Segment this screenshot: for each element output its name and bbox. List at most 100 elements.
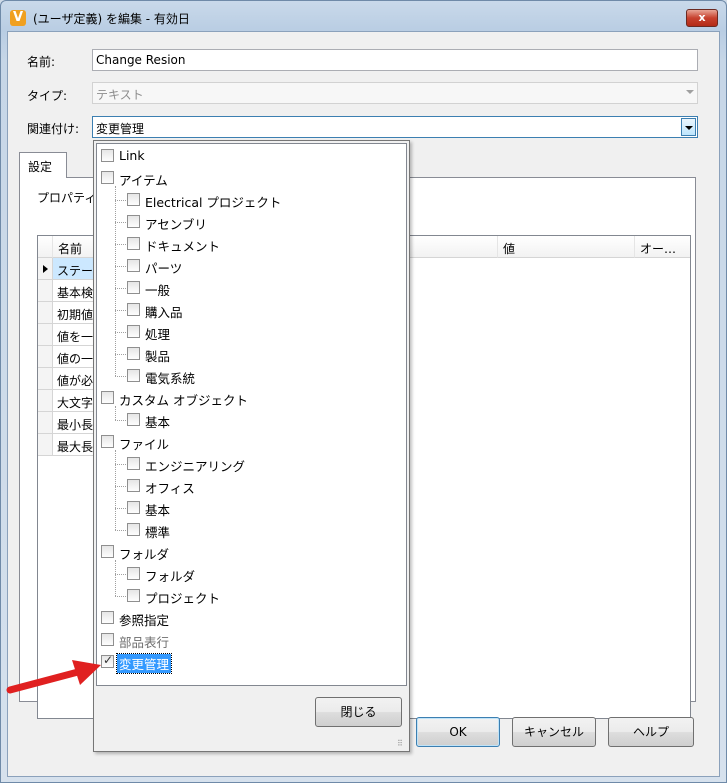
tree-item-checkbox[interactable] [127,237,140,250]
tree-guide-line [115,244,126,245]
tree-guide-line [115,200,126,201]
app-logo-icon: V [10,10,26,26]
table-row[interactable]: 値が必 [53,368,98,390]
tree-guide-line [115,406,116,420]
tree-item-checkbox[interactable] [101,171,114,184]
tree-item-checkbox[interactable] [101,611,114,624]
column-header-value[interactable]: 値 [498,236,635,258]
cancel-button[interactable]: キャンセル [512,717,596,747]
tree-item-checkbox[interactable] [101,435,114,448]
table-row[interactable]: 最小長 [53,412,98,434]
tree-item-label: 電気系統 [145,371,196,386]
tree-item-checkbox[interactable] [127,347,140,360]
tree-item-checkbox[interactable] [127,413,140,426]
tree-guide-line [115,486,126,487]
tab-settings[interactable]: 設定 [19,152,67,178]
tree-item-label: 製品 [145,349,171,364]
arrow-head [72,660,101,685]
tree-guide-line [115,464,126,465]
chevron-down-icon [686,90,694,94]
chevron-down-icon [685,126,693,130]
association-dropdown-popup: Link アイテム Electrical プロジェクト アセンブリ ドキュメント パーツ一… [93,140,410,752]
row-header[interactable] [38,412,53,434]
tree-item-checkbox[interactable] [127,325,140,338]
tree-item-checkbox[interactable] [127,523,140,536]
tree-item-checkbox[interactable] [101,633,114,646]
table-row[interactable]: 値の一 [53,346,98,368]
row-header[interactable] [38,390,53,412]
tree-item-label: オフィス [145,481,195,496]
tree-guide-line [115,266,126,267]
tree-item-checkbox[interactable] [127,457,140,470]
tree-item-checkbox[interactable] [127,589,140,602]
tree-item-label: ファイル [119,437,170,452]
tree-item-label: 参照指定 [119,613,170,628]
tree-item-label: エンジニアリング [145,459,246,474]
type-label: タイプ: [27,89,68,103]
tree-item-checkbox[interactable] [127,281,140,294]
tree-item-checkbox[interactable] [127,501,140,514]
tree-item-checkbox[interactable] [127,259,140,272]
tree-item-label: 変更管理 [115,653,173,674]
name-input[interactable]: Change Resion [92,49,698,71]
row-header[interactable] [38,434,53,456]
tree-guide-line [115,508,126,509]
tree-item-label: ドキュメント [145,239,221,254]
tree-guide-line [115,222,126,223]
tree-item-checkbox[interactable] [127,303,140,316]
annotation-arrow [6,660,101,694]
ok-button[interactable]: OK [416,717,500,747]
table-row[interactable]: 初期値 [53,302,98,324]
tree-guide-line [115,530,126,531]
row-pointer-icon [43,265,48,273]
association-dropdown-button[interactable] [681,118,696,136]
tree-item-checkbox[interactable] [127,215,140,228]
tree-item-label: アセンブリ [145,217,207,232]
help-button[interactable]: ヘルプ [608,717,694,747]
table-row[interactable]: 値を一 [53,324,98,346]
association-dropdown-value: 変更管理 [96,122,145,136]
association-label: 関連付け: [27,122,80,136]
tree-item-checkbox[interactable] [127,479,140,492]
row-header-current[interactable] [38,258,53,280]
tree-item-checkbox[interactable] [127,369,140,382]
tree-guide-line [115,332,126,333]
tree-item-checkbox[interactable] [101,545,114,558]
properties-label: プロパティ [37,191,97,205]
tree-item-label: Electrical プロジェクト [145,195,282,210]
table-row[interactable]: 大文字 [53,390,98,412]
close-button[interactable]: x [686,9,718,27]
row-header[interactable] [38,280,53,302]
arrow-shaft [6,668,82,694]
tree-item-checkbox[interactable] [127,193,140,206]
tree-item-label: 処理 [145,327,171,342]
tree-item-label: Link [119,148,145,163]
tree-item-checkbox[interactable] [101,149,114,162]
row-header[interactable] [38,302,53,324]
column-header-override[interactable]: オー… [635,236,690,258]
tree-guide-line [115,376,126,377]
row-header[interactable] [38,346,53,368]
tree-guide-line [115,596,126,597]
tree-guide-line [115,450,116,530]
row-header[interactable] [38,324,53,346]
title-bar[interactable]: V (ユーザ定義) を編集 - 有効日 x [1,1,726,33]
association-tree: Link アイテム Electrical プロジェクト アセンブリ ドキュメント パーツ一… [96,143,407,686]
tree-item-checkbox[interactable] [101,391,114,404]
table-row[interactable]: 基本検 [53,280,98,302]
resize-grip-icon[interactable]: ⠿ [397,739,407,749]
table-row[interactable]: ステー [53,258,98,280]
tree-item-label: フォルダ [119,547,170,562]
tree-item-label: 基本 [145,503,171,518]
tree-guide-line [115,186,116,376]
table-row[interactable]: 最大長 [53,434,98,456]
window-title: (ユーザ定義) を編集 - 有効日 [33,12,190,26]
row-header[interactable] [38,368,53,390]
association-dropdown[interactable]: 変更管理 [92,116,698,138]
grid-corner [38,236,53,258]
tree-guide-line [115,310,126,311]
tree-item-checkbox[interactable] [127,567,140,580]
tree-item-label: 標準 [145,525,171,540]
close-popup-button[interactable]: 閉じる [315,697,402,727]
type-dropdown[interactable]: テキスト [92,82,698,104]
